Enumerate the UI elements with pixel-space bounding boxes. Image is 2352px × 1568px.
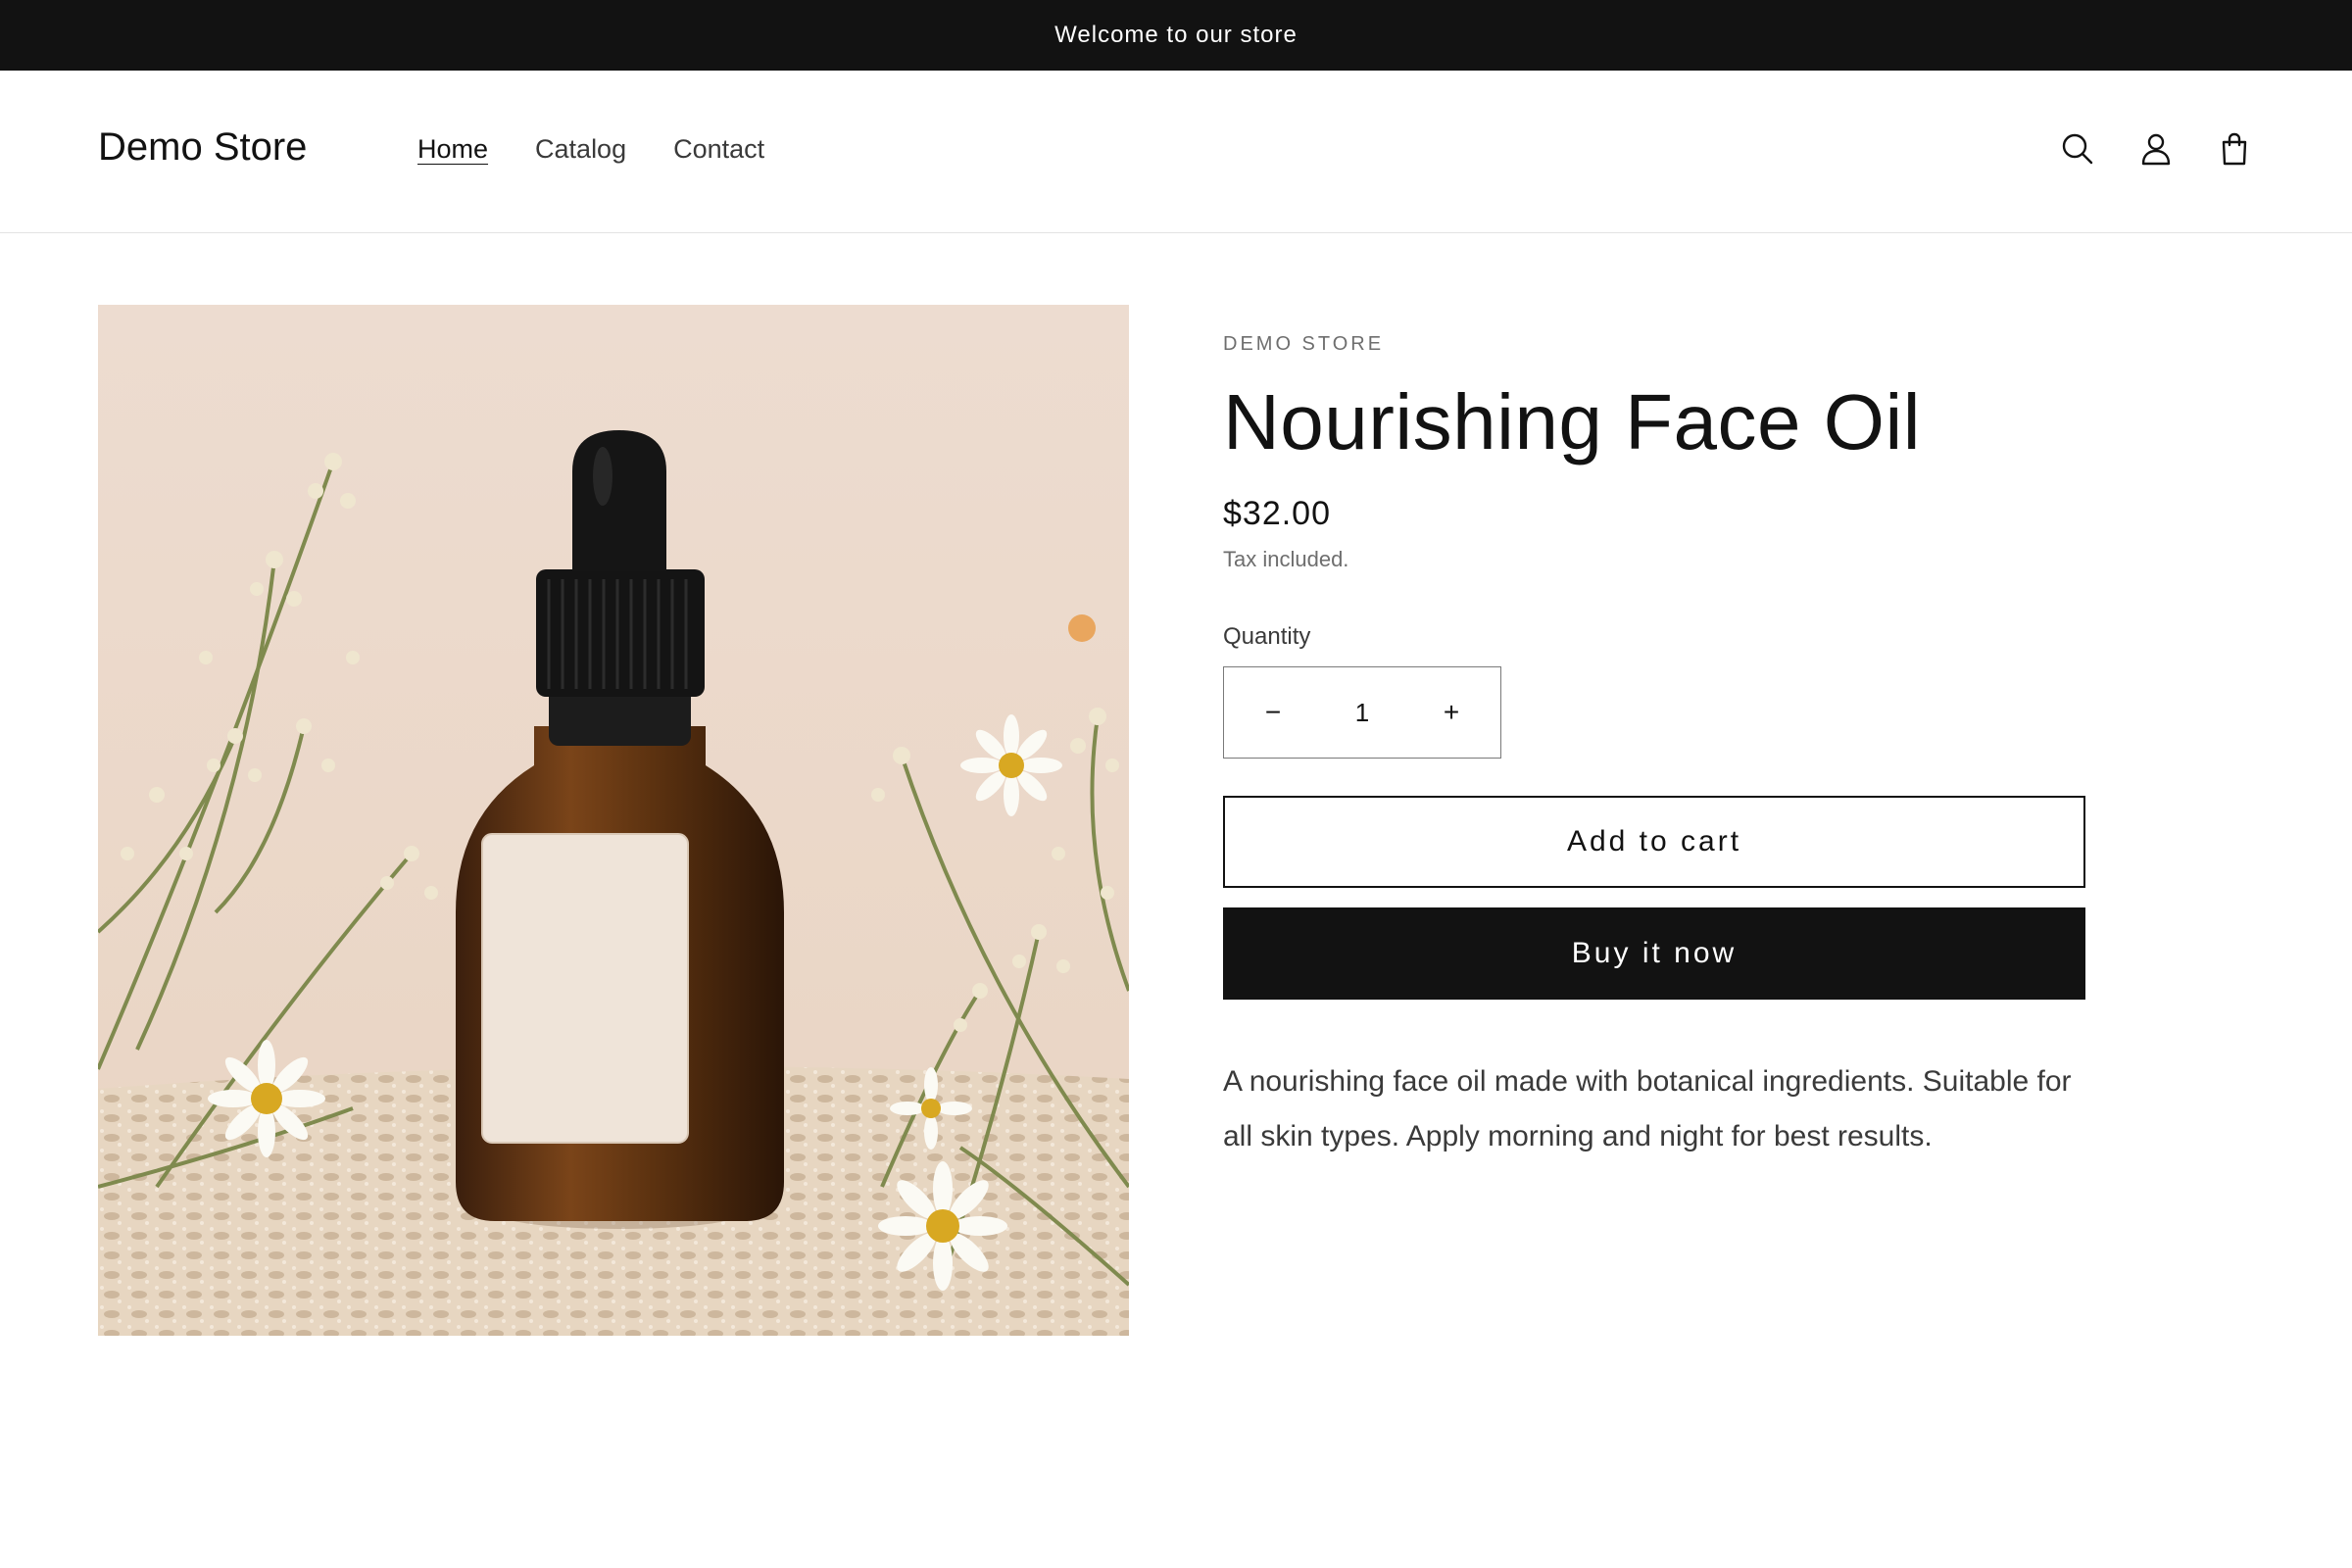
buy-now-button[interactable]: Buy it now bbox=[1223, 907, 2085, 1000]
product-image[interactable] bbox=[98, 305, 1129, 1336]
product-description: A nourishing face oil made with botanica… bbox=[1223, 1065, 2072, 1152]
site-header: Demo Store Home Catalog Contact bbox=[0, 71, 2352, 233]
nav-catalog[interactable]: Catalog bbox=[535, 133, 626, 165]
product-price: $32.00 bbox=[1223, 495, 1331, 532]
product-vendor: DEMO STORE bbox=[1223, 333, 1385, 355]
product-photo-illustration bbox=[98, 305, 1129, 1336]
cart-icon[interactable] bbox=[2213, 127, 2256, 171]
quantity-stepper: − 1 + bbox=[1223, 666, 1501, 759]
product-info: DEMO STORE Nourishing Face Oil $32.00 Ta… bbox=[1223, 333, 2085, 1164]
quantity-input[interactable]: 1 bbox=[1355, 698, 1369, 728]
quantity-label: Quantity bbox=[1223, 623, 1311, 650]
quantity-increase-button[interactable]: + bbox=[1432, 693, 1471, 732]
search-icon[interactable] bbox=[2056, 127, 2099, 171]
quantity-decrease-button[interactable]: − bbox=[1253, 693, 1293, 732]
announcement-text: Welcome to our store bbox=[1054, 22, 1298, 48]
nav-contact[interactable]: Contact bbox=[673, 133, 764, 165]
announcement-bar: Welcome to our store bbox=[0, 0, 2352, 71]
product-title: Nourishing Face Oil bbox=[1223, 378, 1921, 466]
nav-home[interactable]: Home bbox=[417, 133, 488, 165]
add-to-cart-button[interactable]: Add to cart bbox=[1223, 796, 2085, 888]
account-icon[interactable] bbox=[2134, 127, 2178, 171]
main-nav: Home Catalog Contact bbox=[417, 133, 764, 165]
tax-note: Tax included. bbox=[1223, 547, 1349, 571]
store-logo[interactable]: Demo Store bbox=[98, 125, 307, 169]
header-icons bbox=[2056, 127, 2256, 171]
